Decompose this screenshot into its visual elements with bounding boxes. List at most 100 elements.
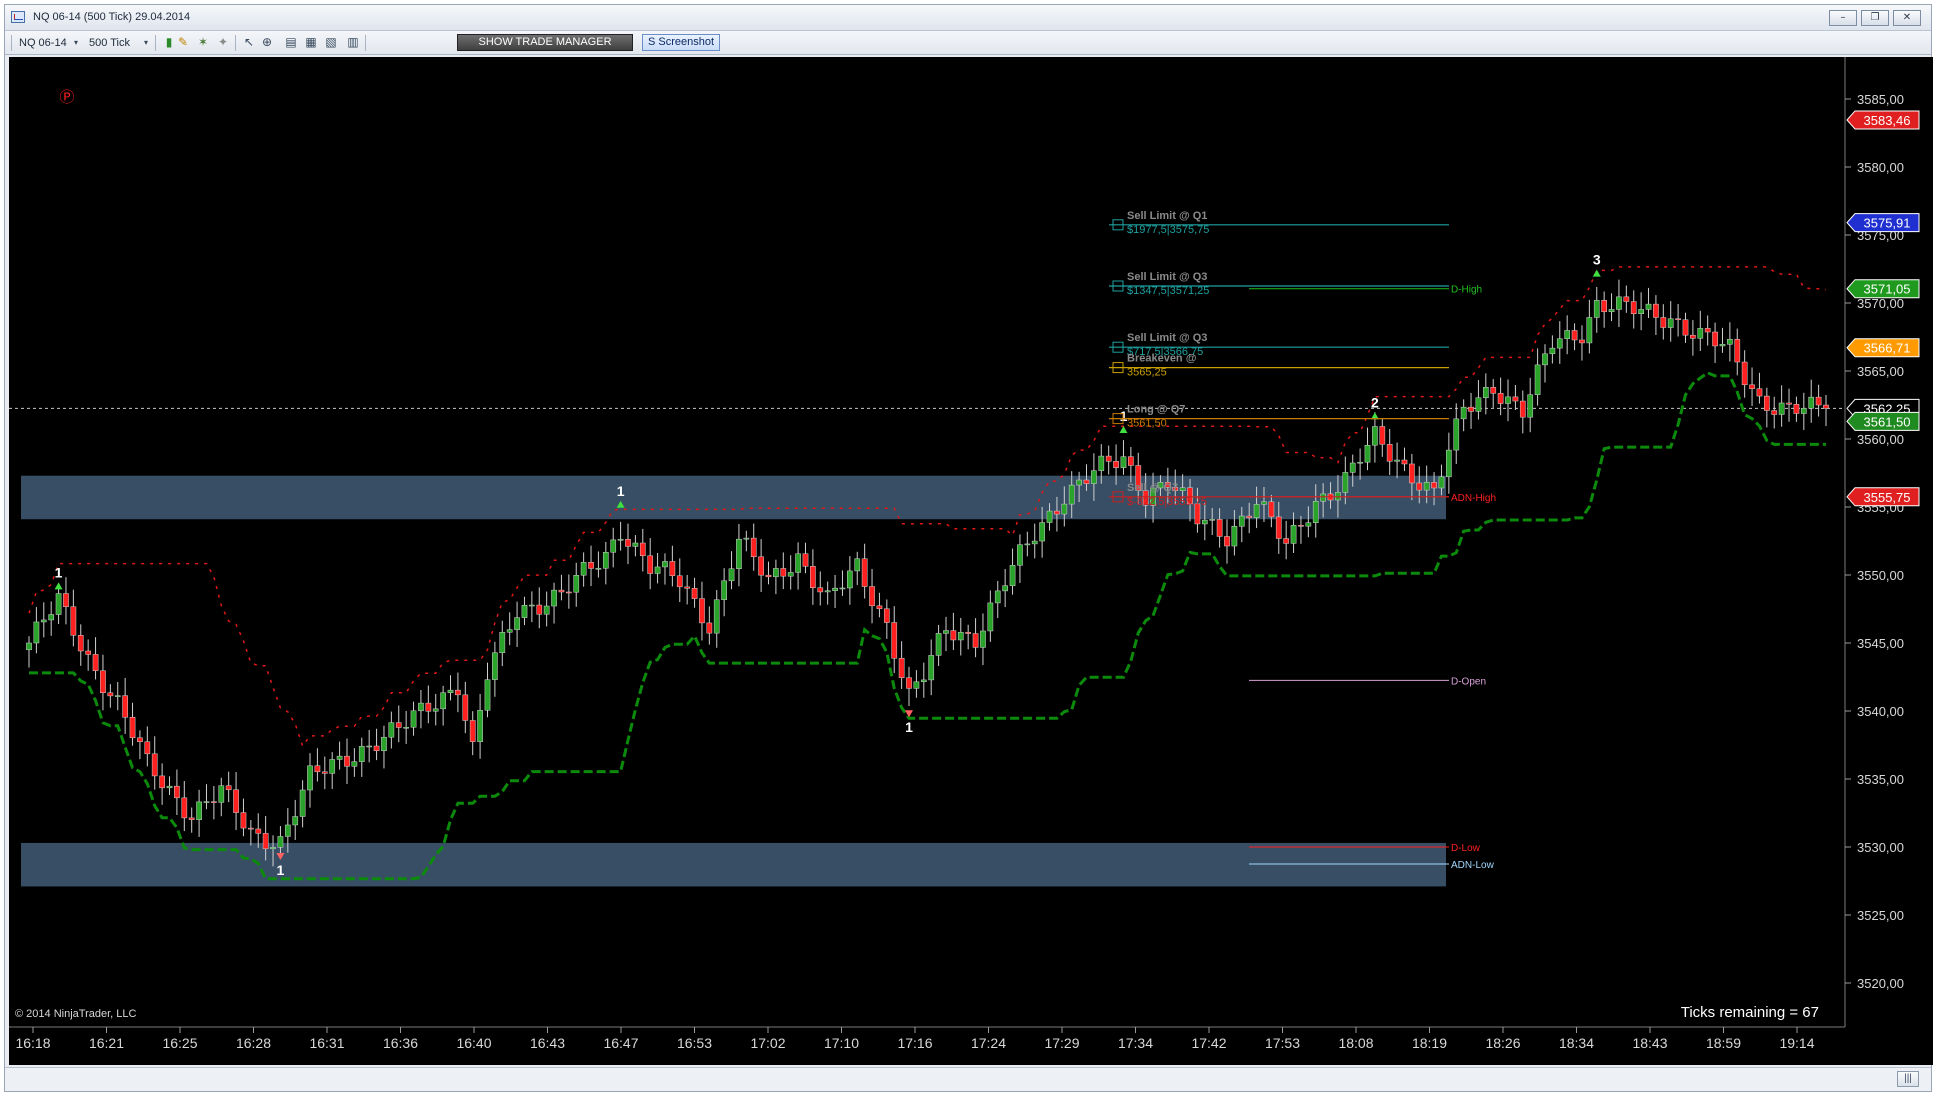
candle-body[interactable]	[1667, 318, 1674, 328]
candle-body[interactable]	[1372, 426, 1378, 446]
candle-body[interactable]	[395, 722, 402, 728]
candle-body[interactable]	[1068, 484, 1075, 505]
candle-body[interactable]	[876, 605, 883, 610]
order-label[interactable]: Sell Limit @ Q3	[1127, 271, 1207, 283]
candle-body[interactable]	[329, 759, 336, 774]
candle-body[interactable]	[1017, 544, 1023, 566]
candle-body[interactable]	[122, 695, 128, 718]
candle-body[interactable]	[1660, 317, 1667, 328]
candle-body[interactable]	[1275, 516, 1282, 539]
candle-body[interactable]	[595, 568, 602, 570]
candle-body[interactable]	[447, 689, 454, 693]
candle-body[interactable]	[40, 619, 47, 623]
candle-body[interactable]	[780, 568, 787, 577]
y-tick-label[interactable]: 3585,00	[1857, 92, 1904, 107]
candle-body[interactable]	[292, 816, 299, 826]
x-tick-label[interactable]: 16:28	[236, 1035, 271, 1051]
candle-body[interactable]	[1349, 462, 1356, 473]
candle-body[interactable]	[1076, 479, 1082, 486]
candle-body[interactable]	[1113, 461, 1119, 468]
candle-body[interactable]	[1431, 482, 1437, 489]
candle-body[interactable]	[137, 737, 143, 743]
candle-body[interactable]	[100, 670, 106, 694]
order-label[interactable]: Breakeven @	[1127, 353, 1197, 365]
candle-body[interactable]	[1342, 472, 1349, 493]
candle-body[interactable]	[1593, 300, 1600, 318]
x-tick-label[interactable]: 17:29	[1044, 1035, 1079, 1051]
candle-body[interactable]	[765, 574, 772, 578]
candle-body[interactable]	[654, 566, 661, 574]
candle-body[interactable]	[928, 655, 935, 681]
candle-body[interactable]	[1490, 387, 1497, 394]
pencil-drawing-icon[interactable]: ✎	[175, 35, 191, 50]
candle-body[interactable]	[233, 789, 239, 813]
scroll-thumb[interactable]: |||	[1897, 1071, 1919, 1087]
candle-body[interactable]	[1216, 519, 1223, 537]
candle-body[interactable]	[1231, 526, 1238, 547]
candle-body[interactable]	[839, 587, 846, 590]
candle-body[interactable]	[669, 561, 676, 577]
candle-body[interactable]	[1653, 303, 1659, 318]
zoom-icon[interactable]: ⊕	[259, 35, 275, 50]
candle-body[interactable]	[388, 722, 395, 738]
candle-body[interactable]	[1283, 538, 1290, 544]
y-tick-label[interactable]: 3535,00	[1857, 772, 1904, 787]
close-icon[interactable]: ✕	[1893, 10, 1921, 26]
x-tick-label[interactable]: 17:24	[971, 1035, 1006, 1051]
candle-body[interactable]	[255, 828, 262, 834]
candle-body[interactable]	[492, 652, 498, 680]
price-chart[interactable]: D-HighADN-HighD-OpenD-LowADN-Low 1111123…	[9, 57, 1933, 1065]
candle-body[interactable]	[957, 632, 964, 641]
candle-body[interactable]	[410, 710, 417, 728]
candle-body[interactable]	[588, 562, 594, 569]
candle-body[interactable]	[891, 622, 898, 659]
candle-body[interactable]	[950, 630, 957, 641]
candle-body[interactable]	[1468, 406, 1474, 412]
instrument-dropdown-icon[interactable]: ▾	[71, 35, 81, 50]
candle-body[interactable]	[1201, 519, 1208, 525]
candle-body[interactable]	[1482, 387, 1489, 399]
candle-body[interactable]	[1638, 309, 1644, 314]
candle-body[interactable]	[565, 591, 572, 594]
x-tick-label[interactable]: 17:34	[1118, 1035, 1153, 1051]
minimize-icon[interactable]: –	[1829, 10, 1857, 26]
candle-body[interactable]	[432, 708, 439, 712]
candle-body[interactable]	[321, 771, 328, 774]
candle-body[interactable]	[129, 717, 136, 739]
candle-body[interactable]	[1364, 444, 1371, 463]
candle-body[interactable]	[1623, 296, 1630, 302]
x-tick-label[interactable]: 19:14	[1779, 1035, 1814, 1051]
candle-body[interactable]	[1571, 330, 1578, 341]
candle-body[interactable]	[913, 681, 920, 689]
candle-body[interactable]	[543, 605, 550, 615]
x-tick-label[interactable]: 18:26	[1485, 1035, 1520, 1051]
candle-body[interactable]	[1690, 334, 1696, 339]
candle-body[interactable]	[92, 654, 99, 671]
candle-body[interactable]	[166, 785, 173, 789]
candle-body[interactable]	[114, 695, 121, 697]
candle-body[interactable]	[211, 801, 217, 803]
candle-body[interactable]	[270, 847, 276, 850]
screenshot-button[interactable]: S Screenshot	[642, 34, 720, 51]
candle-body[interactable]	[935, 633, 942, 656]
candle-body[interactable]	[1039, 522, 1045, 542]
candle-body[interactable]	[336, 755, 343, 760]
candle-body[interactable]	[1519, 400, 1526, 418]
show-trade-manager-button[interactable]: SHOW TRADE MANAGER	[457, 34, 633, 51]
candle-body[interactable]	[1423, 482, 1430, 491]
candle-body[interactable]	[1401, 459, 1408, 465]
instrument-selector[interactable]: NQ 06-14	[19, 37, 67, 49]
interval-selector[interactable]: 500 Tick	[89, 37, 130, 49]
candle-body[interactable]	[972, 633, 979, 648]
x-tick-label[interactable]: 16:18	[15, 1035, 50, 1051]
candle-body[interactable]	[203, 801, 210, 803]
candle-body[interactable]	[77, 635, 84, 652]
x-tick-label[interactable]: 16:25	[162, 1035, 197, 1051]
candle-body[interactable]	[1564, 330, 1571, 339]
candle-body[interactable]	[1756, 388, 1763, 397]
y-tick-label[interactable]: 3540,00	[1857, 704, 1904, 719]
candle-body[interactable]	[381, 736, 387, 752]
candle-body[interactable]	[506, 629, 513, 633]
candle-body[interactable]	[1749, 384, 1755, 389]
candle-body[interactable]	[1320, 493, 1326, 502]
